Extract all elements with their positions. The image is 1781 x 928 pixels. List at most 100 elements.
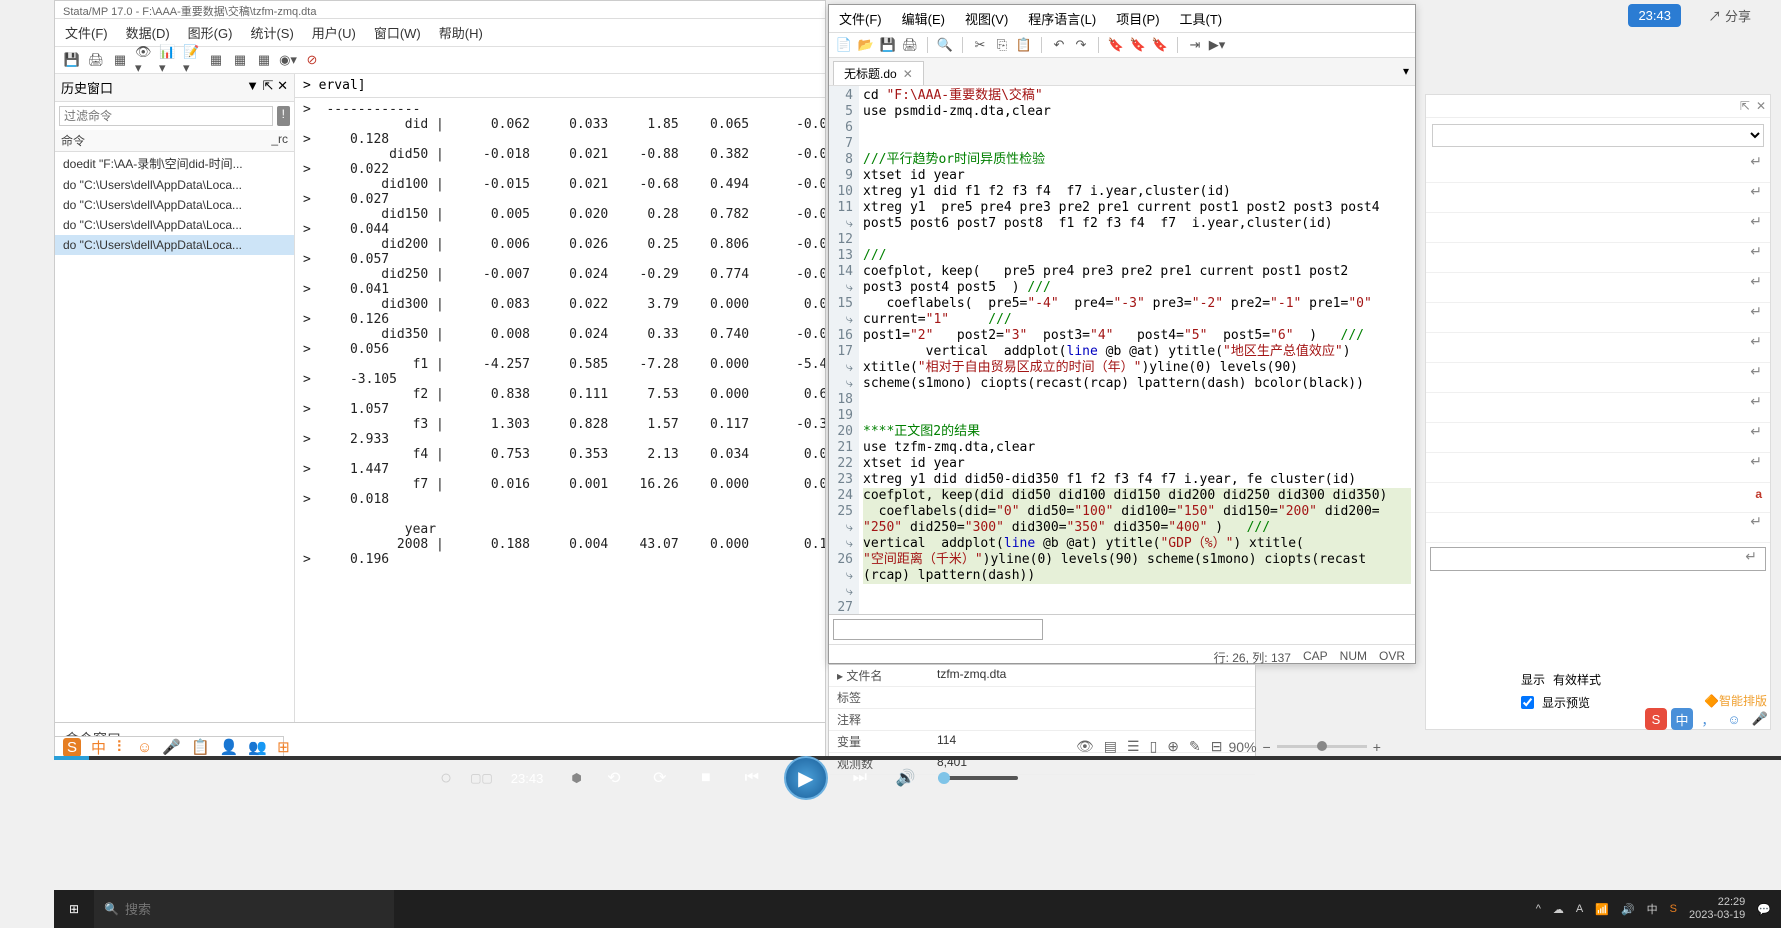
pin-icon[interactable]: ⇱ (1740, 99, 1750, 113)
zoom-control[interactable]: ⊟ 90% − + (1211, 738, 1381, 755)
enter-icon[interactable]: ↵ (1750, 363, 1762, 380)
indent-icon[interactable]: ⇥ (1186, 36, 1204, 54)
doedit-icon[interactable]: 📝▾ (183, 51, 201, 69)
print-icon[interactable]: 🖨 (87, 51, 105, 69)
page-icon[interactable]: ▤ (1104, 738, 1117, 755)
do-command-input[interactable] (833, 619, 1043, 640)
col-rc[interactable]: _rc (258, 132, 288, 149)
history-filter-input[interactable] (59, 106, 273, 126)
menu-help[interactable]: 帮助(H) (439, 23, 483, 42)
dock-users-icon[interactable]: 👥 (248, 738, 267, 756)
enter-icon[interactable]: ↵ (1750, 153, 1762, 170)
enter-icon[interactable]: ↵ (1750, 393, 1762, 410)
log-icon[interactable]: ▦ (111, 51, 129, 69)
play-button[interactable]: ▶ (784, 756, 828, 800)
next-button[interactable]: ⏭ (846, 764, 874, 792)
enter-icon[interactable]: ↵ (1750, 273, 1762, 290)
paste-icon[interactable]: 📋 (1015, 36, 1033, 54)
cut-icon[interactable]: ✂ (971, 36, 989, 54)
dock-mic-icon[interactable]: 🎤 (162, 738, 181, 756)
enter-icon[interactable]: ↵ (1750, 453, 1762, 470)
open-icon[interactable]: 📂 (857, 36, 875, 54)
tab-dropdown-icon[interactable]: ▾ (1397, 61, 1415, 85)
web-icon[interactable]: ⊕ (1167, 738, 1179, 755)
history-item[interactable]: do "C:\Users\dell\AppData\Loca... (55, 215, 294, 235)
history-item[interactable]: doedit "F:\AA-录制\空间did-时间... (55, 152, 294, 175)
cortana-icon[interactable]: ○ (440, 767, 452, 790)
dock-cn-icon[interactable]: 中 (91, 737, 106, 758)
enter-icon[interactable]: ↵ (1750, 423, 1762, 440)
do-menu-project[interactable]: 项目(P) (1116, 9, 1159, 28)
do-code-area[interactable]: 4567891011⤷121314⤷15⤷1617⤷⤷1819202122232… (829, 86, 1415, 614)
taskbar-search[interactable]: 🔍 (94, 890, 394, 928)
taskbar-clock[interactable]: 22:29 2023-03-19 (1689, 896, 1745, 922)
zoom-out-icon[interactable]: ⊟ (1211, 738, 1223, 755)
tray-cn-icon[interactable]: 中 (1647, 901, 1658, 917)
eye-icon[interactable]: 👁 (1076, 738, 1094, 755)
history-item[interactable]: do "C:\Users\dell\AppData\Loca... (55, 175, 294, 195)
new-icon[interactable]: 📄 (835, 36, 853, 54)
taskbar-search-input[interactable] (125, 902, 384, 917)
volume-slider[interactable] (938, 776, 1018, 780)
dock-cam-icon[interactable]: 📋 (191, 738, 210, 756)
ime-smile-icon[interactable]: ☺ (1723, 708, 1745, 730)
stop-button[interactable]: ■ (692, 764, 720, 792)
app-icon[interactable]: ⬢ (571, 771, 581, 785)
ime-s-icon[interactable]: S (1645, 708, 1667, 730)
ime-mic-icon[interactable]: 🎤 (1749, 708, 1771, 730)
volume-button[interactable]: 🔊 (892, 764, 920, 792)
do-menu-file[interactable]: 文件(F) (839, 9, 882, 28)
notifications-icon[interactable]: 💬 (1757, 903, 1771, 916)
tray-s-icon[interactable]: S (1670, 903, 1677, 915)
dock-dots-icon[interactable]: ⠇ (116, 738, 127, 756)
dock-smile-icon[interactable]: ☺ (137, 739, 152, 756)
zoom-minus-icon[interactable]: − (1263, 739, 1271, 755)
refresh-icon[interactable]: ⟳ (646, 764, 674, 792)
menu-data[interactable]: 数据(D) (126, 23, 170, 42)
save-icon[interactable]: 💾 (63, 51, 81, 69)
bookmark-prev-icon[interactable]: 🔖 (1129, 36, 1147, 54)
menu-file[interactable]: 文件(F) (65, 23, 108, 42)
menu-user[interactable]: 用户(U) (312, 23, 356, 42)
start-button[interactable]: ⊞ (54, 890, 94, 928)
enter-icon[interactable]: ↵ (1745, 548, 1757, 565)
smart-layout-button[interactable]: 🔶智能排版 (1704, 692, 1767, 709)
outline-icon[interactable]: ☰ (1127, 738, 1140, 755)
results-body[interactable]: > ------------ did | 0.062 0.033 1.85 0.… (295, 98, 825, 722)
redo-icon[interactable]: ↷ (1072, 36, 1090, 54)
ime-comma-icon[interactable]: ， (1697, 708, 1719, 730)
tray-wifi-icon[interactable]: 📶 (1595, 903, 1609, 916)
menu-stat[interactable]: 统计(S) (250, 23, 293, 42)
dock-grid-icon[interactable]: ⊞ (277, 738, 290, 756)
copy-icon[interactable]: ⎘ (993, 36, 1011, 54)
taskview-icon[interactable]: ▢▢ (470, 771, 493, 785)
view-icon[interactable]: 👁▾ (135, 51, 153, 69)
preview-checkbox[interactable] (1521, 696, 1534, 709)
tray-a-icon[interactable]: A (1576, 903, 1583, 915)
tray-up-icon[interactable]: ^ (1536, 903, 1541, 915)
save-icon[interactable]: 💾 (879, 36, 897, 54)
more-icon[interactable]: ◉▾ (279, 51, 297, 69)
read-icon[interactable]: ▯ (1150, 738, 1158, 755)
bookmark-next-icon[interactable]: 🔖 (1151, 36, 1169, 54)
do-menu-view[interactable]: 视图(V) (965, 9, 1008, 28)
code-lines[interactable]: cd "F:\AAA-重要数据\交稿"use psmdid-zmq.dta,cl… (859, 86, 1415, 614)
enter-icon[interactable]: ↵ (1750, 303, 1762, 320)
data-editor-icon[interactable]: ▦ (207, 51, 225, 69)
enter-icon[interactable]: ↵ (1750, 513, 1762, 530)
graph-icon[interactable]: 📊▾ (159, 51, 177, 69)
zoom-slider[interactable] (1277, 745, 1367, 748)
ime-cn-icon[interactable]: 中 (1671, 708, 1693, 730)
do-tab[interactable]: 无标题.do ✕ (833, 61, 924, 85)
close-icon[interactable]: ✕ (1756, 99, 1766, 113)
enter-icon[interactable]: ↵ (1750, 333, 1762, 350)
text-a-icon[interactable]: a (1755, 487, 1762, 501)
run-icon[interactable]: ▶▾ (1208, 36, 1226, 54)
history-item[interactable]: do "C:\Users\dell\AppData\Loca... (55, 195, 294, 215)
tray-vol-icon[interactable]: 🔊 (1621, 903, 1635, 916)
find-icon[interactable]: 🔍 (936, 36, 954, 54)
col-command[interactable]: 命令 (61, 132, 258, 149)
enter-icon[interactable]: ↵ (1750, 243, 1762, 260)
share-button[interactable]: ↗ 分享 (1708, 6, 1751, 25)
print-icon[interactable]: 🖨 (901, 36, 919, 54)
